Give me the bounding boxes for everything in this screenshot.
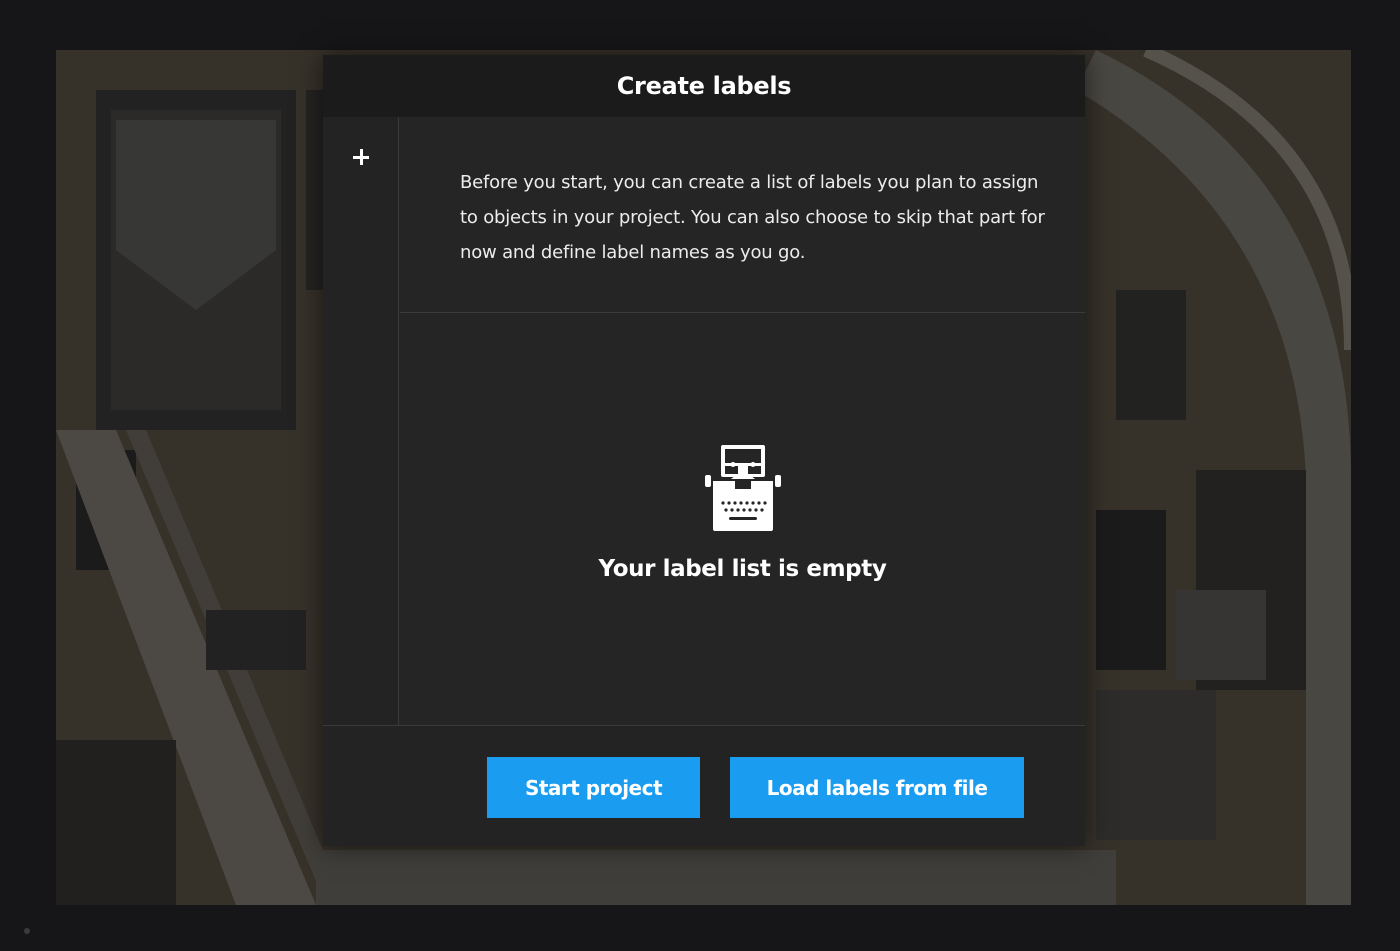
description-text: Before you start, you can create a list … (460, 172, 1045, 263)
add-label-button[interactable] (345, 141, 377, 173)
start-project-button[interactable]: Start project (487, 757, 700, 818)
app-stage: Create labels Before you start, you can … (0, 0, 1400, 951)
status-dot (24, 928, 30, 934)
load-labels-from-file-button[interactable]: Load labels from file (730, 757, 1024, 818)
dialog-footer: Start project Load labels from file (323, 725, 1085, 846)
typewriter-icon (705, 445, 781, 531)
description-panel: Before you start, you can create a list … (400, 117, 1085, 313)
label-list-empty-state: Your label list is empty (400, 313, 1085, 725)
dialog-title: Create labels (616, 72, 792, 100)
create-labels-dialog: Create labels Before you start, you can … (323, 55, 1085, 846)
dialog-header: Create labels (323, 55, 1085, 117)
label-toolbar (323, 117, 399, 725)
empty-state-message: Your label list is empty (598, 556, 887, 582)
